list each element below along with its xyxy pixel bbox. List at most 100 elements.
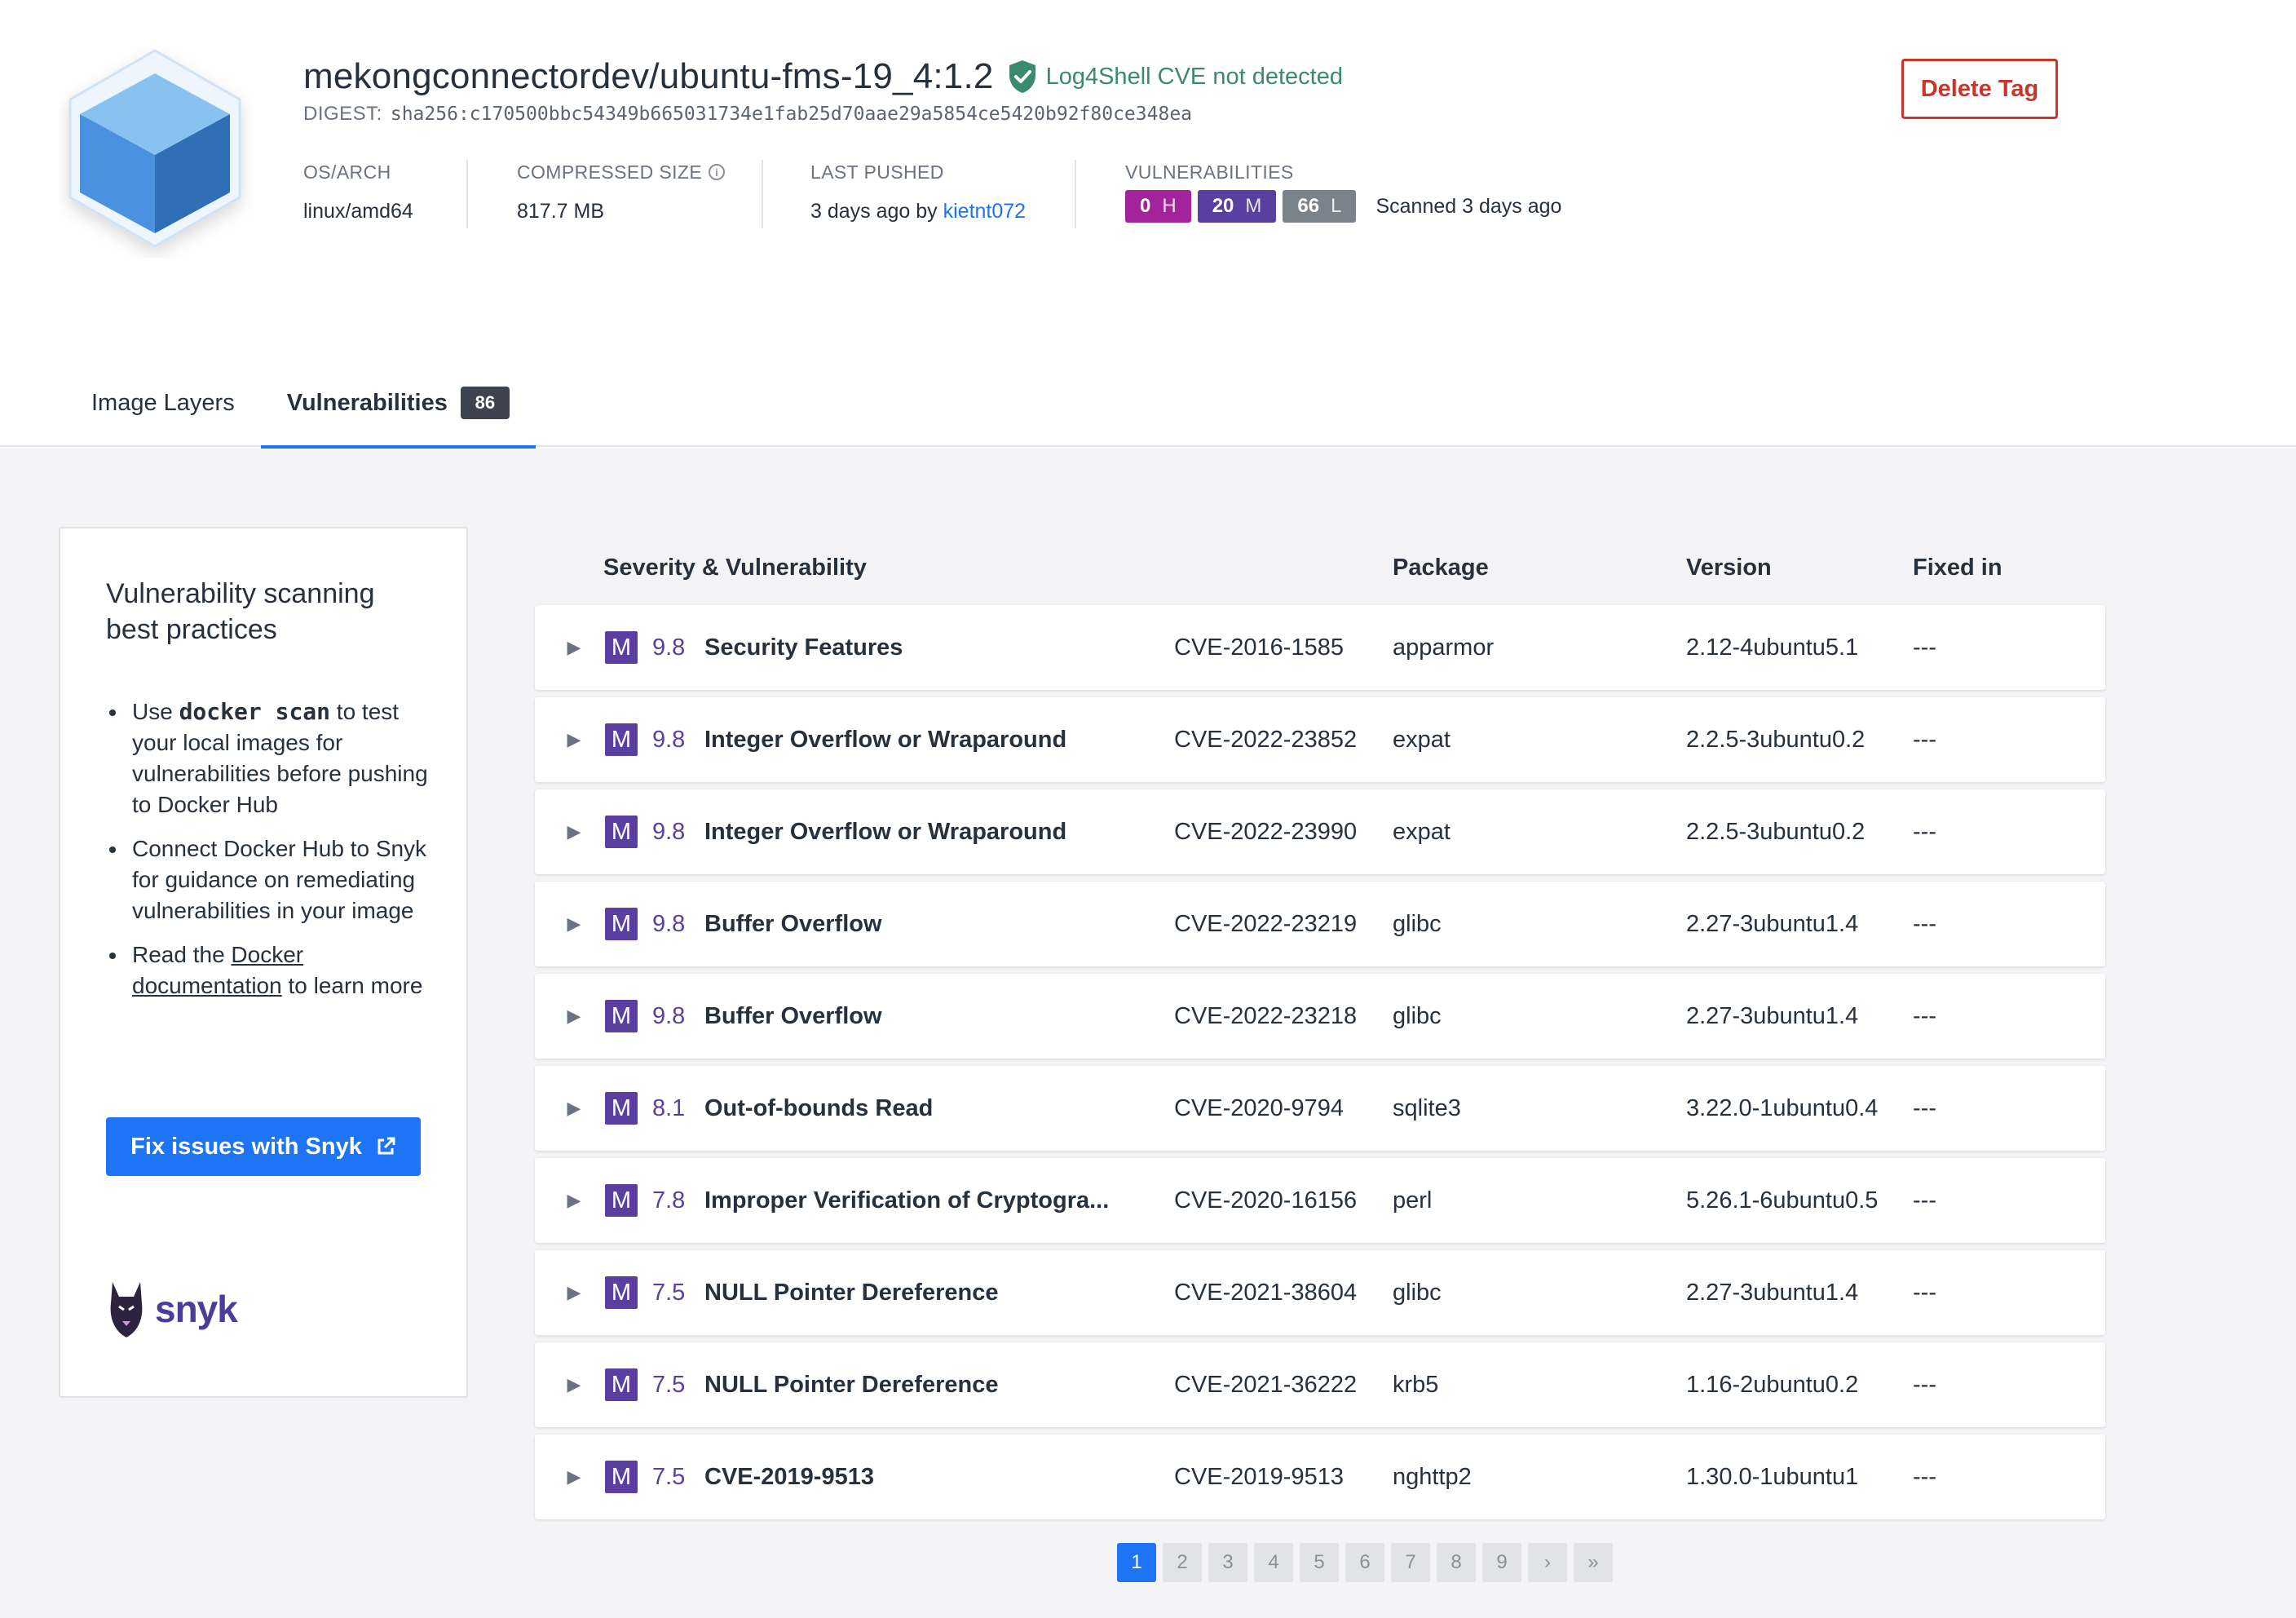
table-row[interactable]: ▶ M 9.8 Security Features CVE-2016-1585 … bbox=[535, 605, 2105, 690]
severity-badge: M bbox=[605, 1184, 638, 1217]
fixed-in: --- bbox=[1913, 910, 1936, 937]
high-severity-badge[interactable]: 0 H bbox=[1125, 190, 1191, 223]
package-name: expat bbox=[1393, 818, 1450, 845]
vulnerability-name: Out-of-bounds Read bbox=[704, 1094, 934, 1121]
package-name: glibc bbox=[1393, 910, 1442, 937]
package-name: sqlite3 bbox=[1393, 1094, 1461, 1121]
package-version: 1.30.0-1ubuntu1 bbox=[1686, 1463, 1859, 1490]
medium-severity-badge[interactable]: 20 M bbox=[1197, 190, 1277, 223]
page-button-1[interactable]: 1 bbox=[1117, 1543, 1156, 1582]
tab-bar: Image Layers Vulnerabilities 86 bbox=[65, 359, 536, 449]
last-page-button[interactable]: » bbox=[1574, 1543, 1613, 1582]
page-button-7[interactable]: 7 bbox=[1391, 1543, 1430, 1582]
page-button-8[interactable]: 8 bbox=[1437, 1543, 1476, 1582]
fixed-in: --- bbox=[1913, 1002, 1936, 1029]
expand-caret-icon[interactable]: ▶ bbox=[558, 789, 590, 874]
vulnerabilities-summary: VULNERABILITIES 0 H 20 M 66 L Scanned 3 … bbox=[1125, 160, 1561, 228]
package-version: 2.2.5-3ubuntu0.2 bbox=[1686, 818, 1866, 845]
column-header-fixed-in: Fixed in bbox=[1913, 555, 2002, 581]
repo-title: mekongconnectordev/ubuntu-fms-19_4:1.2 bbox=[303, 56, 994, 96]
page-button-3[interactable]: 3 bbox=[1208, 1543, 1247, 1582]
table-row[interactable]: ▶ M 7.8 Improper Verification of Cryptog… bbox=[535, 1158, 2105, 1243]
severity-badge: M bbox=[605, 1368, 638, 1401]
best-practices-list: Use docker scan to test your local image… bbox=[106, 696, 448, 1015]
cve-id: CVE-2020-9794 bbox=[1174, 1094, 1344, 1121]
table-row[interactable]: ▶ M 7.5 NULL Pointer Dereference CVE-202… bbox=[535, 1342, 2105, 1427]
cvss-score: 8.1 bbox=[652, 1094, 686, 1121]
table-row[interactable]: ▶ M 8.1 Out-of-bounds Read CVE-2020-9794… bbox=[535, 1066, 2105, 1151]
os-arch: OS/ARCH linux/amd64 bbox=[303, 160, 413, 228]
image-header: mekongconnectordev/ubuntu-fms-19_4:1.2 L… bbox=[0, 0, 2296, 449]
page-button-9[interactable]: 9 bbox=[1482, 1543, 1521, 1582]
cvss-score: 7.5 bbox=[652, 1279, 686, 1306]
severity-badge: M bbox=[605, 723, 638, 756]
table-row[interactable]: ▶ M 7.5 CVE-2019-9513 CVE-2019-9513 nght… bbox=[535, 1435, 2105, 1519]
expand-caret-icon[interactable]: ▶ bbox=[558, 697, 590, 782]
snyk-wordmark: snyk bbox=[155, 1288, 238, 1330]
vulnerabilities-label: VULNERABILITIES bbox=[1125, 161, 1294, 183]
list-item: Read the Docker documentation to learn m… bbox=[106, 939, 448, 1001]
best-practices-panel: Vulnerability scanning best practices Us… bbox=[59, 527, 468, 1398]
page-button-5[interactable]: 5 bbox=[1300, 1543, 1339, 1582]
tab-image-layers[interactable]: Image Layers bbox=[65, 359, 261, 447]
next-page-button[interactable]: › bbox=[1528, 1543, 1567, 1582]
log4shell-status: Log4Shell CVE not detected bbox=[1045, 63, 1343, 90]
tab-vulnerabilities[interactable]: Vulnerabilities 86 bbox=[260, 359, 536, 449]
expand-caret-icon[interactable]: ▶ bbox=[558, 605, 590, 690]
cve-id: CVE-2021-38604 bbox=[1174, 1279, 1358, 1306]
package-name: expat bbox=[1393, 726, 1450, 753]
cve-id: CVE-2019-9513 bbox=[1174, 1463, 1344, 1490]
vulnerability-name: NULL Pointer Dereference bbox=[704, 1279, 999, 1306]
package-version: 2.27-3ubuntu1.4 bbox=[1686, 1279, 1859, 1306]
external-link-icon bbox=[378, 1137, 395, 1155]
fixed-in: --- bbox=[1913, 726, 1936, 753]
cvss-score: 9.8 bbox=[652, 818, 686, 845]
divider bbox=[762, 160, 763, 228]
expand-caret-icon[interactable]: ▶ bbox=[558, 1342, 590, 1427]
expand-caret-icon[interactable]: ▶ bbox=[558, 1066, 590, 1151]
digest-value[interactable]: sha256:c170500bbc54349b665031734e1fab25d… bbox=[391, 104, 1192, 125]
expand-caret-icon[interactable]: ▶ bbox=[558, 882, 590, 966]
expand-caret-icon[interactable]: ▶ bbox=[558, 974, 590, 1059]
page-button-4[interactable]: 4 bbox=[1254, 1543, 1293, 1582]
table-row[interactable]: ▶ M 7.5 NULL Pointer Dereference CVE-202… bbox=[535, 1250, 2105, 1335]
cvss-score: 7.5 bbox=[652, 1463, 686, 1490]
page-button-6[interactable]: 6 bbox=[1345, 1543, 1384, 1582]
cve-id: CVE-2020-16156 bbox=[1174, 1187, 1358, 1214]
cve-id: CVE-2022-23218 bbox=[1174, 1002, 1358, 1029]
package-name: glibc bbox=[1393, 1279, 1442, 1306]
page-button-2[interactable]: 2 bbox=[1163, 1543, 1202, 1582]
vulnerability-count-badge: 86 bbox=[460, 387, 510, 419]
severity-badge: M bbox=[605, 631, 638, 664]
table-row[interactable]: ▶ M 9.8 Buffer Overflow CVE-2022-23218 g… bbox=[535, 974, 2105, 1059]
package-name: apparmor bbox=[1393, 634, 1495, 661]
vulnerability-name: Integer Overflow or Wraparound bbox=[704, 818, 1067, 845]
expand-caret-icon[interactable]: ▶ bbox=[558, 1250, 590, 1335]
os-arch-value: linux/amd64 bbox=[303, 199, 413, 223]
severity-badge: M bbox=[605, 1461, 638, 1493]
expand-caret-icon[interactable]: ▶ bbox=[558, 1158, 590, 1243]
column-header-package: Package bbox=[1393, 555, 1489, 581]
table-row[interactable]: ▶ M 9.8 Integer Overflow or Wraparound C… bbox=[535, 697, 2105, 782]
severity-badge: M bbox=[605, 816, 638, 848]
package-version: 2.2.5-3ubuntu0.2 bbox=[1686, 726, 1866, 753]
expand-caret-icon[interactable]: ▶ bbox=[558, 1435, 590, 1519]
docker-scan-code: docker scan bbox=[179, 698, 331, 725]
fixed-in: --- bbox=[1913, 1463, 1936, 1490]
fixed-in: --- bbox=[1913, 1371, 1936, 1398]
package-version: 2.27-3ubuntu1.4 bbox=[1686, 910, 1859, 937]
table-row[interactable]: ▶ M 9.8 Integer Overflow or Wraparound C… bbox=[535, 789, 2105, 874]
divider bbox=[1075, 160, 1076, 228]
delete-tag-button[interactable]: Delete Tag bbox=[1901, 59, 2058, 119]
digest-label: DIGEST: bbox=[303, 103, 382, 125]
table-row[interactable]: ▶ M 9.8 Buffer Overflow CVE-2022-23219 g… bbox=[535, 882, 2105, 966]
column-header-version: Version bbox=[1686, 555, 1772, 581]
cvss-score: 9.8 bbox=[652, 726, 686, 753]
info-icon[interactable]: i bbox=[709, 164, 726, 180]
fix-with-snyk-button[interactable]: Fix issues with Snyk bbox=[106, 1117, 421, 1176]
fixed-in: --- bbox=[1913, 1187, 1936, 1214]
compressed-size-value: 817.7 MB bbox=[517, 199, 605, 223]
pushed-by-user-link[interactable]: kietnt072 bbox=[943, 200, 1026, 223]
low-severity-badge[interactable]: 66 L bbox=[1283, 190, 1357, 223]
package-name: perl bbox=[1393, 1187, 1433, 1214]
